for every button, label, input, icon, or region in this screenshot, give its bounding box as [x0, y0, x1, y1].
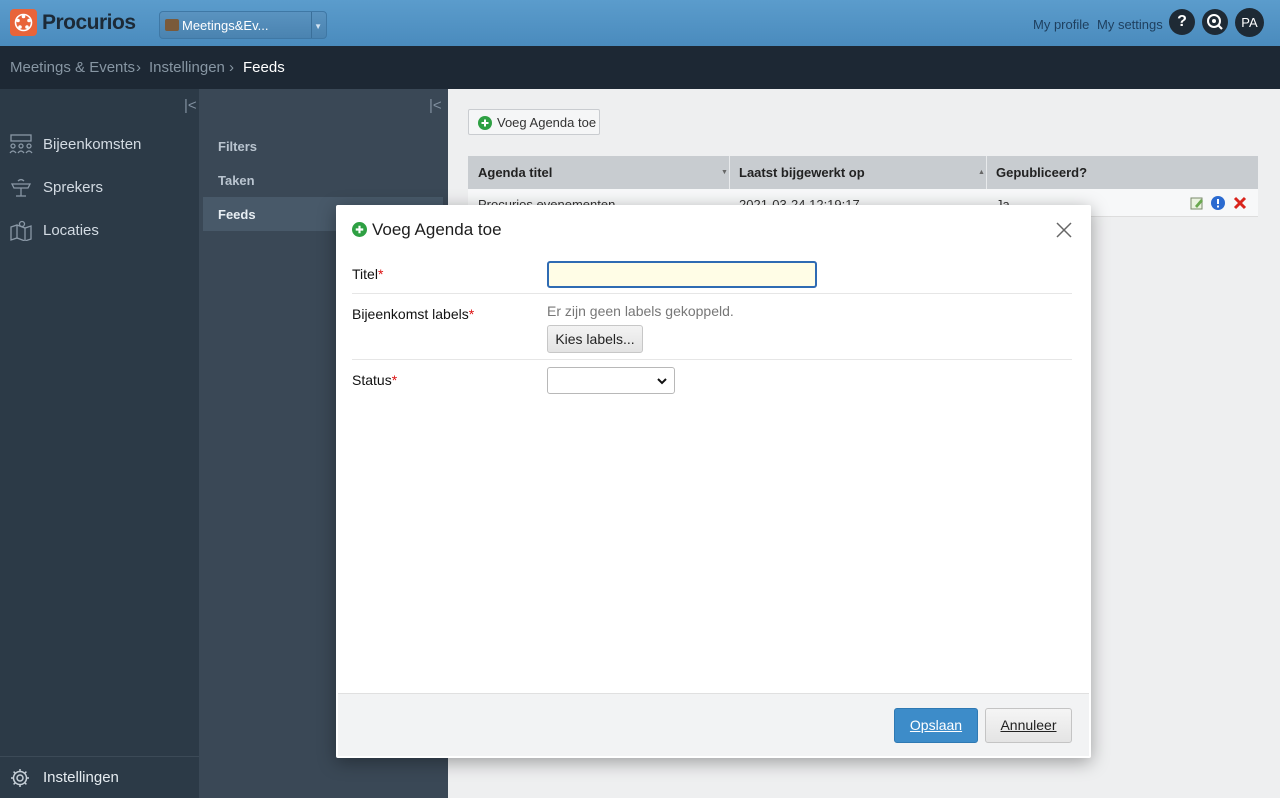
breadcrumb-separator: › — [136, 59, 141, 76]
choose-labels-button[interactable]: Kies labels... — [547, 325, 643, 353]
titel-input[interactable] — [547, 261, 817, 288]
add-agenda-button[interactable]: Voeg Agenda toe — [468, 109, 600, 135]
sidebar-item-locaties[interactable]: Locaties — [0, 211, 199, 251]
labels-label: Bijeenkomst labels* — [352, 306, 474, 322]
required-mark: * — [377, 266, 384, 282]
status-label: Status* — [352, 372, 397, 388]
required-mark: * — [468, 306, 475, 322]
info-icon[interactable] — [1211, 196, 1225, 210]
column-agenda-titel[interactable]: Agenda titel — [478, 165, 552, 180]
chevron-down-icon — [657, 378, 667, 385]
breadcrumb-separator: › — [229, 59, 234, 76]
breadcrumb: Meetings & Events › Instellingen › Feeds — [0, 46, 1280, 89]
add-agenda-dialog: Voeg Agenda toe Titel* Bijeenkomst label… — [336, 205, 1091, 758]
breadcrumb-meetings[interactable]: Meetings & Events — [10, 59, 135, 76]
my-profile-link[interactable]: My profile — [1033, 17, 1089, 32]
column-divider — [729, 156, 730, 189]
add-agenda-label: Voeg Agenda toe — [497, 115, 597, 130]
add-icon — [352, 222, 367, 237]
sort-icon[interactable]: ▼ — [721, 169, 728, 176]
column-divider — [986, 156, 987, 189]
breadcrumb-feeds: Feeds — [243, 59, 285, 76]
save-button-label: Opslaan — [909, 717, 963, 733]
column-gepubliceerd[interactable]: Gepubliceerd? — [996, 165, 1087, 180]
subnav-item-taken[interactable]: Taken — [203, 163, 443, 197]
dialog-footer: Opslaan Annuleer — [338, 693, 1089, 756]
top-bar: Procurios Meetings&Ev... ▼ My profile My… — [0, 0, 1280, 46]
my-settings-link[interactable]: My settings — [1097, 17, 1163, 32]
required-mark: * — [391, 372, 398, 388]
table-header: Agenda titel ▼ Laatst bijgewerkt op ▲ Ge… — [468, 156, 1258, 189]
sidebar-item-instellingen[interactable]: Instellingen — [0, 756, 199, 798]
meetings-app-icon — [165, 19, 179, 31]
cancel-button-label: Annuleer — [1000, 717, 1057, 733]
add-icon — [478, 116, 492, 130]
dialog-title: Voeg Agenda toe — [372, 220, 502, 239]
main-sidebar: |< Bijeenkomsten Sprekers Locaties — [0, 89, 199, 798]
avatar[interactable]: PA — [1235, 8, 1264, 37]
save-button[interactable]: Opslaan — [894, 708, 978, 743]
sidebar-item-label: Bijeenkomsten — [43, 136, 142, 153]
labels-label-text: Bijeenkomst labels — [352, 306, 469, 322]
edit-icon[interactable] — [1190, 196, 1204, 210]
subnav-item-label: Feeds — [218, 207, 256, 222]
sidebar-item-bijeenkomsten[interactable]: Bijeenkomsten — [0, 125, 199, 165]
subnav-item-filters[interactable]: Filters — [203, 129, 443, 163]
row-divider — [352, 359, 1072, 360]
app-selector-divider — [311, 12, 312, 38]
sidebar-item-sprekers[interactable]: Sprekers — [0, 168, 199, 208]
brand-name[interactable]: Procurios — [42, 11, 136, 35]
delete-icon[interactable] — [1233, 196, 1247, 210]
collapse-subnav-icon[interactable]: |< — [429, 97, 442, 114]
sidebar-item-label: Instellingen — [43, 769, 119, 786]
app-selector[interactable]: Meetings&Ev... ▼ — [159, 11, 327, 39]
status-select[interactable] — [547, 367, 675, 394]
search-icon[interactable] — [1202, 9, 1228, 35]
column-laatst-bijgewerkt[interactable]: Laatst bijgewerkt op — [739, 165, 865, 180]
chevron-down-icon: ▼ — [314, 22, 322, 31]
subnav-item-label: Taken — [218, 173, 255, 188]
app-selector-label: Meetings&Ev... — [182, 18, 269, 33]
titel-label-text: Titel — [352, 266, 378, 282]
sidebar-item-label: Locaties — [43, 222, 99, 239]
cancel-button[interactable]: Annuleer — [985, 708, 1072, 743]
status-label-text: Status — [352, 372, 392, 388]
lectern-icon — [10, 178, 32, 197]
sidebar-item-label: Sprekers — [43, 179, 104, 196]
subnav-item-label: Filters — [218, 139, 258, 154]
titel-label: Titel* — [352, 266, 383, 282]
gear-icon — [11, 769, 29, 787]
help-icon[interactable]: ? — [1169, 9, 1195, 35]
breadcrumb-instellingen[interactable]: Instellingen — [149, 59, 225, 76]
collapse-sidebar-icon[interactable]: |< — [184, 97, 197, 114]
map-icon — [10, 220, 32, 241]
no-labels-text: Er zijn geen labels gekoppeld. — [547, 303, 734, 319]
people-icon — [9, 134, 33, 154]
procurios-logo-icon[interactable] — [10, 9, 37, 36]
row-divider — [352, 293, 1072, 294]
close-icon[interactable] — [1054, 220, 1074, 240]
sort-icon[interactable]: ▲ — [978, 169, 985, 176]
